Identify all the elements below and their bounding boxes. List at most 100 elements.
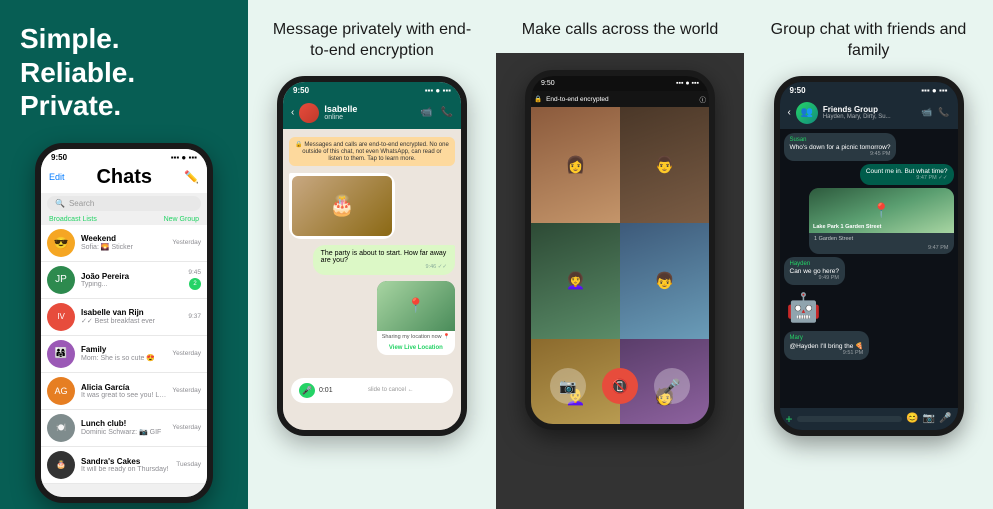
- avatar: IV: [47, 303, 75, 331]
- group-chat-screen: 9:50 ▪▪▪ ● ▪▪▪ ‹ 👥 Friends Group Hayden,…: [780, 82, 958, 430]
- status-bar: 9:50 ▪▪▪ ● ▪▪▪: [531, 76, 709, 91]
- location-bubble: 📍 Lake Park 1 Garden Street 1 Garden Str…: [809, 188, 954, 254]
- edit-button[interactable]: Edit: [49, 172, 65, 182]
- video-icon[interactable]: 📹: [921, 107, 932, 118]
- map-address: 1 Garden Street: [809, 233, 954, 245]
- new-group-button[interactable]: New Group: [164, 216, 199, 223]
- avatar: 🎂: [47, 451, 75, 479]
- video-cell: 👨: [620, 107, 709, 223]
- chat-time: Yesterday: [172, 424, 201, 431]
- add-button[interactable]: +: [786, 412, 793, 426]
- status-time: 9:50: [541, 80, 555, 87]
- end-call-button[interactable]: 📵: [602, 368, 638, 404]
- map-label: Lake Park 1 Garden Street: [813, 224, 881, 230]
- info-icon: ⓘ: [700, 94, 707, 104]
- audio-time: 0:01: [319, 387, 333, 394]
- participant-video: 👩: [531, 107, 620, 223]
- message-sender: Susan: [790, 137, 891, 143]
- camera-icon[interactable]: 📷: [923, 413, 935, 424]
- search-bar[interactable]: 🔍 Search: [47, 196, 201, 211]
- chat-name: Family: [81, 345, 166, 354]
- tagline-line2: Reliable.: [20, 57, 135, 88]
- status-bar: 9:50 ▪▪▪ ● ▪▪▪: [41, 149, 207, 164]
- chat-name: Weekend: [81, 234, 166, 243]
- messages-area: 🔒 Messages and calls are end-to-end encr…: [283, 129, 461, 430]
- location-bubble: 📍 Sharing my location now 📍 View Live Lo…: [377, 281, 455, 355]
- panel-video-calls: Make calls across the world 9:50 ▪▪▪ ● ▪…: [496, 0, 744, 509]
- mic-icon[interactable]: 🎤: [939, 413, 951, 424]
- participant-video: 👨: [620, 107, 709, 223]
- message-bubble: Hayden Can we go here? 9:49 PM: [784, 257, 846, 285]
- call-icon[interactable]: 📞: [938, 107, 949, 118]
- unread-badge: 2: [189, 278, 201, 290]
- back-button[interactable]: ‹: [291, 107, 294, 118]
- group-avatar: 👥: [796, 102, 818, 124]
- status-icons: ▪▪▪ ● ▪▪▪: [676, 80, 699, 87]
- message-bubble: Susan Who's down for a picnic tomorrow? …: [784, 133, 897, 161]
- panel-group-chat: Group chat with friends and family 9:50 …: [744, 0, 993, 509]
- list-item[interactable]: IV Isabelle van Rijn ✓✓ Best breakfast e…: [41, 299, 207, 336]
- status-time: 9:50: [790, 86, 806, 95]
- message-sender: Hayden: [790, 261, 840, 267]
- status-time: 9:50: [293, 86, 309, 95]
- mute-button[interactable]: 🎤: [654, 368, 690, 404]
- message-time: 9:49 PM: [790, 275, 840, 281]
- message-bubble: The party is about to start. How far awa…: [313, 245, 455, 275]
- broadcast-label[interactable]: Broadcast Lists: [49, 216, 97, 223]
- tagline-line3: Private.: [20, 90, 121, 121]
- view-location-button[interactable]: View Live Location: [377, 343, 455, 355]
- broadcast-row: Broadcast Lists New Group: [41, 214, 207, 225]
- message-bubble: Mary @Hayden I'll bring the 🍕 9:51 PM: [784, 331, 870, 360]
- message-time: 9:45 PM: [790, 151, 891, 157]
- chat-actions: 📹 📞: [420, 107, 453, 118]
- back-button[interactable]: ‹: [788, 107, 791, 118]
- call-controls: 📷 📵 🎤: [531, 368, 709, 404]
- chat-header: ‹ Isabelle online 📹 📞: [283, 97, 461, 129]
- status-icons: ▪▪▪ ● ▪▪▪: [921, 86, 947, 95]
- chat-info: Sandra's Cakes It will be ready on Thurs…: [81, 457, 170, 473]
- list-item[interactable]: 👨‍👩‍👧 Family Mom: She is so cute 😍 Yeste…: [41, 336, 207, 373]
- chat-info: Alicia García It was great to see you! L…: [81, 383, 166, 399]
- list-item[interactable]: JP João Pereira Typing... 9:45 2: [41, 262, 207, 299]
- list-item[interactable]: 🎂 Sandra's Cakes It will be ready on Thu…: [41, 447, 207, 484]
- list-item[interactable]: AG Alicia García It was great to see you…: [41, 373, 207, 410]
- chat-preview: Dominic Schwarz: 📷 GIF: [81, 428, 166, 436]
- avatar: 👨‍👩‍👧: [47, 340, 75, 368]
- chat-name: João Pereira: [81, 272, 182, 281]
- chat-time: 9:45 2: [188, 269, 201, 290]
- contact-status: online: [324, 114, 357, 121]
- panel-video-header-bg: Make calls across the world: [496, 0, 744, 53]
- message-time: 9:47 PM ✓✓: [866, 175, 948, 181]
- message-input-bar: + 😊 📷 🎤: [780, 408, 958, 430]
- panel-simple-reliable-private: Simple. Reliable. Private. 9:50 ▪▪▪ ● ▪▪…: [0, 0, 248, 509]
- camera-button[interactable]: 📷: [550, 368, 586, 404]
- chat-name: Sandra's Cakes: [81, 457, 170, 466]
- group-chat-phone: 9:50 ▪▪▪ ● ▪▪▪ ‹ 👥 Friends Group Hayden,…: [774, 76, 964, 436]
- emoji-icon[interactable]: 😊: [906, 413, 918, 424]
- message-sender: Mary: [790, 335, 864, 341]
- message-input[interactable]: [797, 416, 903, 422]
- list-item[interactable]: 🍽️ Lunch club! Dominic Schwarz: 📷 GIF Ye…: [41, 410, 207, 447]
- contact-name: Isabelle: [324, 104, 357, 114]
- video-call-icon[interactable]: 📹: [420, 107, 432, 118]
- chat-info: João Pereira Typing...: [81, 272, 182, 288]
- chats-title: Chats: [96, 166, 152, 189]
- tagline: Simple. Reliable. Private.: [0, 0, 155, 139]
- mic-icon[interactable]: 🎤: [299, 383, 315, 398]
- group-info: Friends Group Hayden, Mary, Dirty, Su...: [823, 105, 891, 120]
- slide-cancel-text: slide to cancel ←: [337, 387, 445, 393]
- map-preview: 📍 Lake Park 1 Garden Street: [809, 188, 954, 233]
- chat-preview: Typing...: [81, 281, 182, 288]
- call-icon[interactable]: 📞: [441, 107, 453, 118]
- encrypted-text: End-to-end encrypted: [546, 96, 609, 103]
- status-bar: 9:50 ▪▪▪ ● ▪▪▪: [780, 82, 958, 97]
- avatar: AG: [47, 377, 75, 405]
- compose-icon[interactable]: ✏️: [184, 170, 199, 184]
- location-title: Sharing my location now 📍: [382, 334, 450, 340]
- avatar: 🍽️: [47, 414, 75, 442]
- audio-recorder: 🎤 0:01 slide to cancel ←: [291, 378, 453, 403]
- message-time: 9:51 PM: [790, 350, 864, 356]
- list-item[interactable]: 😎 Weekend Sofia: 🌄 Sticker Yesterday: [41, 225, 207, 262]
- status-icons: ▪▪▪ ● ▪▪▪: [425, 86, 451, 95]
- chat-list: 😎 Weekend Sofia: 🌄 Sticker Yesterday JP …: [41, 225, 207, 484]
